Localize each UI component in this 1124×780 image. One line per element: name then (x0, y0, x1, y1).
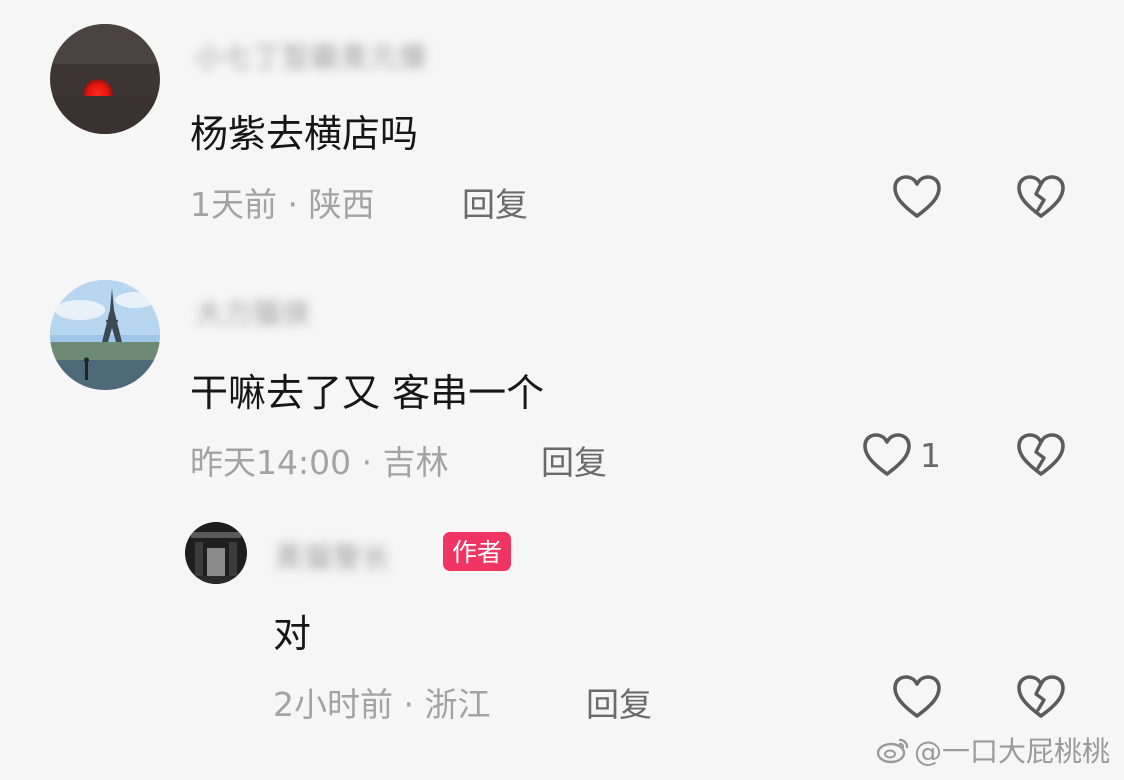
heart-outline-icon[interactable] (892, 674, 942, 720)
heart-outline-icon[interactable] (862, 432, 912, 478)
reply-button[interactable]: 回复 (586, 678, 652, 726)
weibo-logo-icon (876, 736, 910, 764)
reply-button[interactable]: 回复 (462, 178, 528, 226)
broken-heart-icon[interactable] (1016, 674, 1066, 720)
comment-item: 大力猫侠 干嘛去了又 客串一个 昨天14:00 · 吉林 回复 1 (0, 250, 1124, 510)
heart-outline-icon[interactable] (892, 174, 942, 220)
reply-button[interactable]: 回复 (541, 436, 607, 484)
like-count: 1 (920, 436, 941, 475)
avatar[interactable] (50, 24, 160, 134)
username[interactable]: 大力猫侠 (195, 292, 311, 332)
reply-comment-item: 黑猫警长 作者 对 2小时前 · 浙江 回复 (0, 510, 1124, 750)
broken-heart-icon[interactable] (1016, 432, 1066, 478)
username[interactable]: 黑猫警长 (275, 536, 391, 576)
author-badge: 作者 (443, 532, 512, 571)
comment-meta: 昨天14:00 · 吉林 (190, 443, 449, 482)
username[interactable]: 小七丁型霸青亢傈 (195, 36, 427, 76)
broken-heart-icon[interactable] (1016, 174, 1066, 220)
comment-text: 杨紫去横店吗 (190, 112, 419, 156)
comment-text: 对 (273, 612, 312, 656)
avatar[interactable] (50, 280, 160, 390)
comment-meta: 1天前 · 陕西 (190, 185, 375, 224)
watermark: @一口大屁桃桃 (876, 730, 1110, 770)
comment-text: 干嘛去了又 客串一个 (190, 371, 545, 415)
avatar[interactable] (185, 522, 247, 584)
comment-item: 小七丁型霸青亢傈 杨紫去横店吗 1天前 · 陕西 回复 (0, 0, 1124, 250)
watermark-text: @一口大屁桃桃 (913, 735, 1110, 768)
comment-meta: 2小时前 · 浙江 (273, 685, 491, 724)
